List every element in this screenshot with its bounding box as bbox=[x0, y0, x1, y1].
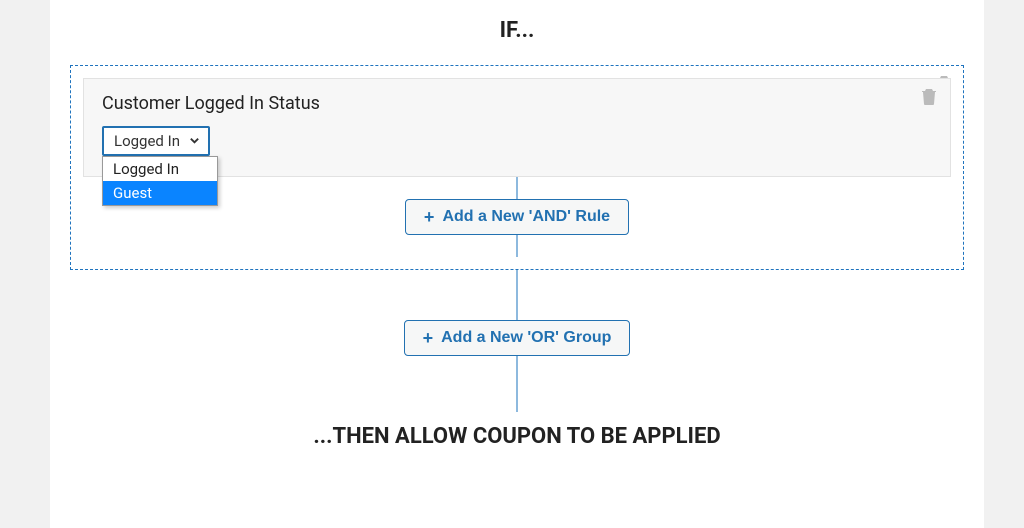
chevron-down-icon bbox=[189, 132, 200, 150]
dropdown-list: Logged In Guest bbox=[102, 156, 218, 206]
add-or-label: Add a New 'OR' Group bbox=[441, 329, 611, 347]
rule-title: Customer Logged In Status bbox=[102, 93, 932, 114]
then-heading: ...THEN ALLOW COUPON TO BE APPLIED bbox=[50, 412, 984, 449]
plus-icon: + bbox=[424, 208, 435, 226]
add-or-group-button[interactable]: + Add a New 'OR' Group bbox=[404, 320, 631, 356]
plus-icon: + bbox=[423, 329, 434, 347]
connector-line bbox=[516, 270, 518, 320]
rule-box: Customer Logged In Status Logged In Logg… bbox=[83, 78, 951, 177]
status-select[interactable]: Logged In Logged In Guest bbox=[102, 126, 210, 156]
dropdown-option-logged-in[interactable]: Logged In bbox=[103, 157, 217, 181]
dropdown-option-guest[interactable]: Guest bbox=[103, 181, 217, 205]
trash-icon[interactable] bbox=[922, 89, 936, 105]
connector-line bbox=[516, 356, 518, 412]
connector-line bbox=[516, 235, 518, 257]
or-group: Customer Logged In Status Logged In Logg… bbox=[70, 65, 964, 270]
add-and-rule-button[interactable]: + Add a New 'AND' Rule bbox=[405, 199, 629, 235]
if-heading: IF... bbox=[50, 0, 984, 65]
rules-builder-panel: IF... Customer Logged In Status Logged I… bbox=[50, 0, 984, 528]
add-and-label: Add a New 'AND' Rule bbox=[442, 208, 610, 226]
connector-line bbox=[516, 177, 518, 199]
select-value: Logged In bbox=[114, 132, 180, 150]
select-button[interactable]: Logged In bbox=[102, 126, 210, 156]
